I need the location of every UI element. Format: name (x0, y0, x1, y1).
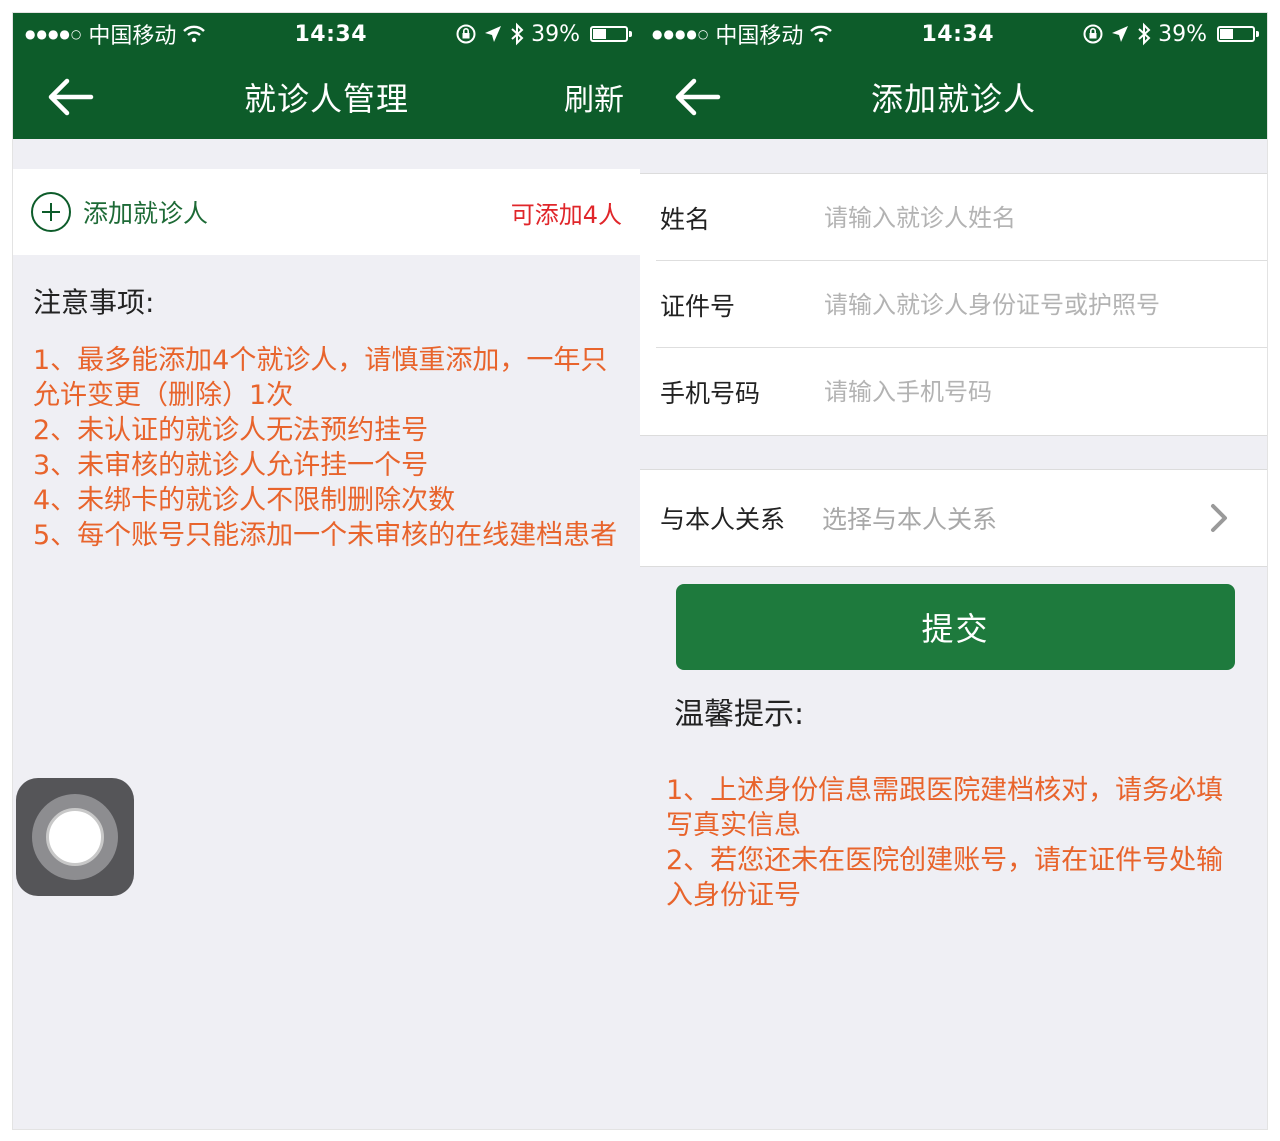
id-number-row: 证件号 (640, 261, 1267, 348)
bluetooth-icon (1138, 22, 1151, 46)
add-patient-row[interactable]: 添加就诊人 可添加4人 (13, 169, 640, 255)
back-arrow-icon[interactable] (668, 75, 728, 119)
page-title: 就诊人管理 (243, 80, 409, 118)
rotation-lock-icon (456, 24, 476, 44)
relation-select[interactable]: 与本人关系 选择与本人关系 (640, 470, 1267, 566)
phone-input[interactable] (822, 360, 1267, 423)
status-bar: ●●●●○ 中国移动 14:34 39% (640, 13, 1267, 55)
carrier-label: 中国移动 (715, 24, 804, 49)
relation-label: 与本人关系 (660, 505, 786, 534)
tips-item: 2、若您还未在医院创建账号，请在证件号处输入身份证号 (666, 845, 1224, 911)
screenshot-frame: ●●●●○ 中国移动 14:34 39% 就诊人管理 刷新 添加就诊人 可添加4… (12, 12, 1268, 1130)
page-title: 添加就诊人 (870, 80, 1036, 118)
remaining-count-label: 可添加4人 (510, 200, 622, 229)
add-circle-icon (31, 192, 71, 232)
relation-value: 选择与本人关系 (822, 505, 998, 534)
location-arrow-icon (485, 26, 502, 42)
nav-bar: 就诊人管理 刷新 (13, 55, 640, 139)
signal-dots-icon: ●●●●○ (25, 27, 83, 41)
battery-icon (590, 26, 632, 42)
tips-title: 温馨提示: (674, 697, 805, 732)
clock: 14:34 (921, 21, 994, 47)
name-label: 姓名 (660, 204, 711, 234)
relation-group: 与本人关系 选择与本人关系 (640, 469, 1267, 567)
battery-percent: 39% (1158, 21, 1207, 47)
nav-bar: 添加就诊人 (640, 55, 1267, 139)
phone-label: 手机号码 (660, 378, 761, 408)
submit-button[interactable]: 提交 (676, 584, 1235, 670)
tips-section: 温馨提示: 1、上述身份信息需跟医院建档核对，请务必填写真实信息 2、若您还未在… (666, 689, 1247, 913)
battery-percent: 39% (531, 21, 580, 47)
patient-info-form: 姓名 证件号 手机号码 (640, 173, 1267, 436)
notes-item: 5、每个账号只能添加一个未审核的在线建档患者 (33, 520, 618, 551)
name-row: 姓名 (640, 174, 1267, 261)
phone-row: 手机号码 (640, 348, 1267, 435)
patient-management-screen: ●●●●○ 中国移动 14:34 39% 就诊人管理 刷新 添加就诊人 可添加4… (13, 13, 640, 1129)
wifi-icon (183, 25, 206, 43)
notes-section: 注意事项: 1、最多能添加4个就诊人，请慎重添加，一年只允许变更（删除）1次 2… (33, 281, 620, 553)
bluetooth-icon (511, 22, 524, 46)
location-arrow-icon (1112, 26, 1129, 42)
chevron-right-icon (1211, 504, 1227, 532)
name-input[interactable] (822, 186, 1267, 249)
add-patient-screen: ●●●●○ 中国移动 14:34 39% 添加就诊人 姓名 请输入就诊人姓名 证… (640, 13, 1267, 1129)
header: ●●●●○ 中国移动 14:34 (640, 13, 1267, 139)
assistive-touch-icon[interactable] (16, 778, 134, 896)
signal-dots-icon: ●●●●○ (652, 27, 710, 41)
tips-item: 1、上述身份信息需跟医院建档核对，请务必填写真实信息 (666, 775, 1224, 841)
clock: 14:34 (294, 21, 367, 47)
notes-item: 1、最多能添加4个就诊人，请慎重添加，一年只允许变更（删除）1次 (33, 345, 608, 411)
add-patient-label: 添加就诊人 (83, 199, 209, 228)
header: ●●●●○ 中国移动 14:34 (13, 13, 640, 139)
id-number-label: 证件号 (660, 291, 736, 321)
notes-item: 2、未认证的就诊人无法预约挂号 (33, 415, 429, 446)
carrier-label: 中国移动 (88, 24, 177, 49)
back-arrow-icon[interactable] (41, 75, 101, 119)
refresh-button[interactable]: 刷新 (564, 75, 624, 119)
wifi-icon (810, 25, 833, 43)
status-bar: ●●●●○ 中国移动 14:34 39% (13, 13, 640, 55)
notes-item: 4、未绑卡的就诊人不限制删除次数 (33, 485, 456, 516)
notes-item: 3、未审核的就诊人允许挂一个号 (33, 450, 429, 481)
rotation-lock-icon (1083, 24, 1103, 44)
notes-title: 注意事项: (33, 286, 155, 319)
battery-icon (1217, 26, 1259, 42)
id-number-input[interactable] (822, 273, 1267, 336)
